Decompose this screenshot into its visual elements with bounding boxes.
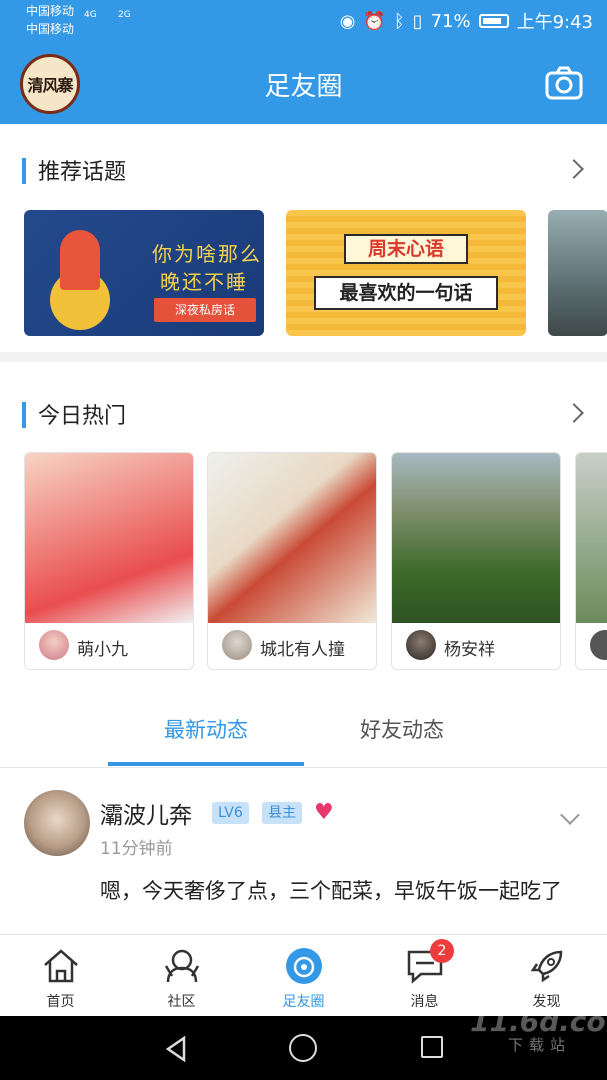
bottom-nav: 首页 社区 足友圈 2 消息 发现 [0, 934, 607, 1016]
battery-percent: 71% [430, 10, 471, 32]
level-badge: LV6 [212, 802, 249, 824]
watermark-sub: 下载站 [508, 1036, 572, 1054]
vibrate-icon: ▯ [412, 10, 423, 32]
recent-apps-icon[interactable] [421, 1036, 443, 1058]
topic-card-late-night[interactable]: 你为啥那么 晚还不睡 深夜私房话 [24, 210, 264, 336]
hot-card[interactable]: 城北有人撞 [207, 452, 377, 670]
back-icon[interactable] [164, 1036, 188, 1062]
nav-circle-label: 足友圈 [282, 994, 325, 1010]
avatar [406, 630, 436, 660]
post-time: 11分钟前 [100, 839, 173, 859]
hot-card-image [25, 453, 193, 623]
hot-card[interactable]: 杨安祥 [391, 452, 561, 670]
hot-card-image [208, 453, 376, 623]
nav-community-label: 社区 [167, 994, 196, 1010]
avatar[interactable] [24, 790, 90, 856]
unread-badge: 2 [430, 939, 454, 963]
chevron-right-icon[interactable] [564, 403, 584, 423]
hot-card-author: 萌小九 [77, 640, 128, 660]
nav-home-label: 首页 [46, 994, 75, 1010]
chevron-down-icon[interactable] [560, 805, 580, 825]
recommended-title: 推荐话题 [38, 160, 127, 185]
nav-messages-label: 消息 [410, 994, 439, 1010]
topic-subheading: 最喜欢的一句话 [314, 276, 498, 310]
avatar [222, 630, 252, 660]
page-title: 足友圈 [264, 72, 343, 102]
post-text[interactable]: 嗯，今天奢侈了点，三个配菜，早饭午饭一起吃了 [100, 874, 590, 934]
hot-section-header[interactable]: 今日热门 [0, 388, 607, 438]
bluetooth-icon: ᛒ [393, 10, 405, 32]
status-right: ◉ ⏰ ᛒ ▯ 71% 上午9:43 [340, 8, 593, 34]
role-badge: 县主 [262, 802, 302, 824]
topic-line-1: 你为啥那么 [152, 242, 262, 266]
feed-tabs: 最新动态 好友动态 [0, 700, 607, 768]
nav-home[interactable]: 首页 [0, 935, 121, 1017]
topic-button: 深夜私房话 [154, 298, 256, 322]
nav-messages[interactable]: 2 消息 [364, 935, 485, 1017]
heart-icon: ♥ [314, 800, 334, 825]
section-divider [0, 352, 607, 362]
hot-card-image [392, 453, 560, 623]
topic-line-2: 晚还不睡 [160, 270, 248, 294]
football-circle-icon [283, 945, 325, 987]
tab-friends[interactable]: 好友动态 [304, 714, 500, 744]
status-bar: 中国移动 中国移动 4G 2G ◉ ⏰ ᛒ ▯ 71% 上午9:43 [0, 0, 607, 44]
community-icon [161, 945, 203, 987]
topic-heading: 周末心语 [344, 234, 468, 264]
hot-card-image [576, 453, 607, 623]
hot-card[interactable] [575, 452, 607, 670]
battery-icon [478, 14, 509, 28]
network-1: 4G [84, 10, 97, 20]
camera-icon[interactable] [545, 66, 583, 100]
avatar [590, 630, 607, 660]
active-tab-indicator [108, 762, 304, 766]
nav-community[interactable]: 社区 [121, 935, 242, 1017]
eye-icon: ◉ [339, 10, 356, 32]
hot-card-author: 杨安祥 [444, 640, 495, 660]
post-username[interactable]: 灞波儿奔 [100, 796, 192, 830]
avatar [39, 630, 69, 660]
hot-card-author: 城北有人撞 [260, 640, 345, 660]
topic-card-partial[interactable] [548, 210, 607, 336]
section-accent-bar [22, 402, 26, 428]
section-accent-bar [22, 158, 26, 184]
recommended-section-header[interactable]: 推荐话题 [0, 144, 607, 194]
home-icon [40, 945, 82, 987]
alarm-icon: ⏰ [363, 10, 386, 32]
app-header: 清风寨 足友圈 [0, 44, 607, 124]
chevron-right-icon[interactable] [564, 159, 584, 179]
carrier-2: 中国移动 [26, 22, 75, 36]
tab-latest[interactable]: 最新动态 [108, 714, 304, 744]
girl-illustration [60, 230, 100, 290]
carrier-1: 中国移动 [26, 4, 75, 18]
network-2: 2G [118, 10, 131, 20]
topic-card-weekend[interactable]: 周末心语 最喜欢的一句话 [286, 210, 526, 336]
hot-card[interactable]: 萌小九 [24, 452, 194, 670]
rocket-icon [526, 945, 568, 987]
clock: 上午9:43 [516, 12, 593, 33]
nav-circle[interactable]: 足友圈 [243, 935, 364, 1017]
home-circle-icon[interactable] [289, 1034, 317, 1062]
hot-title: 今日热门 [38, 404, 127, 429]
